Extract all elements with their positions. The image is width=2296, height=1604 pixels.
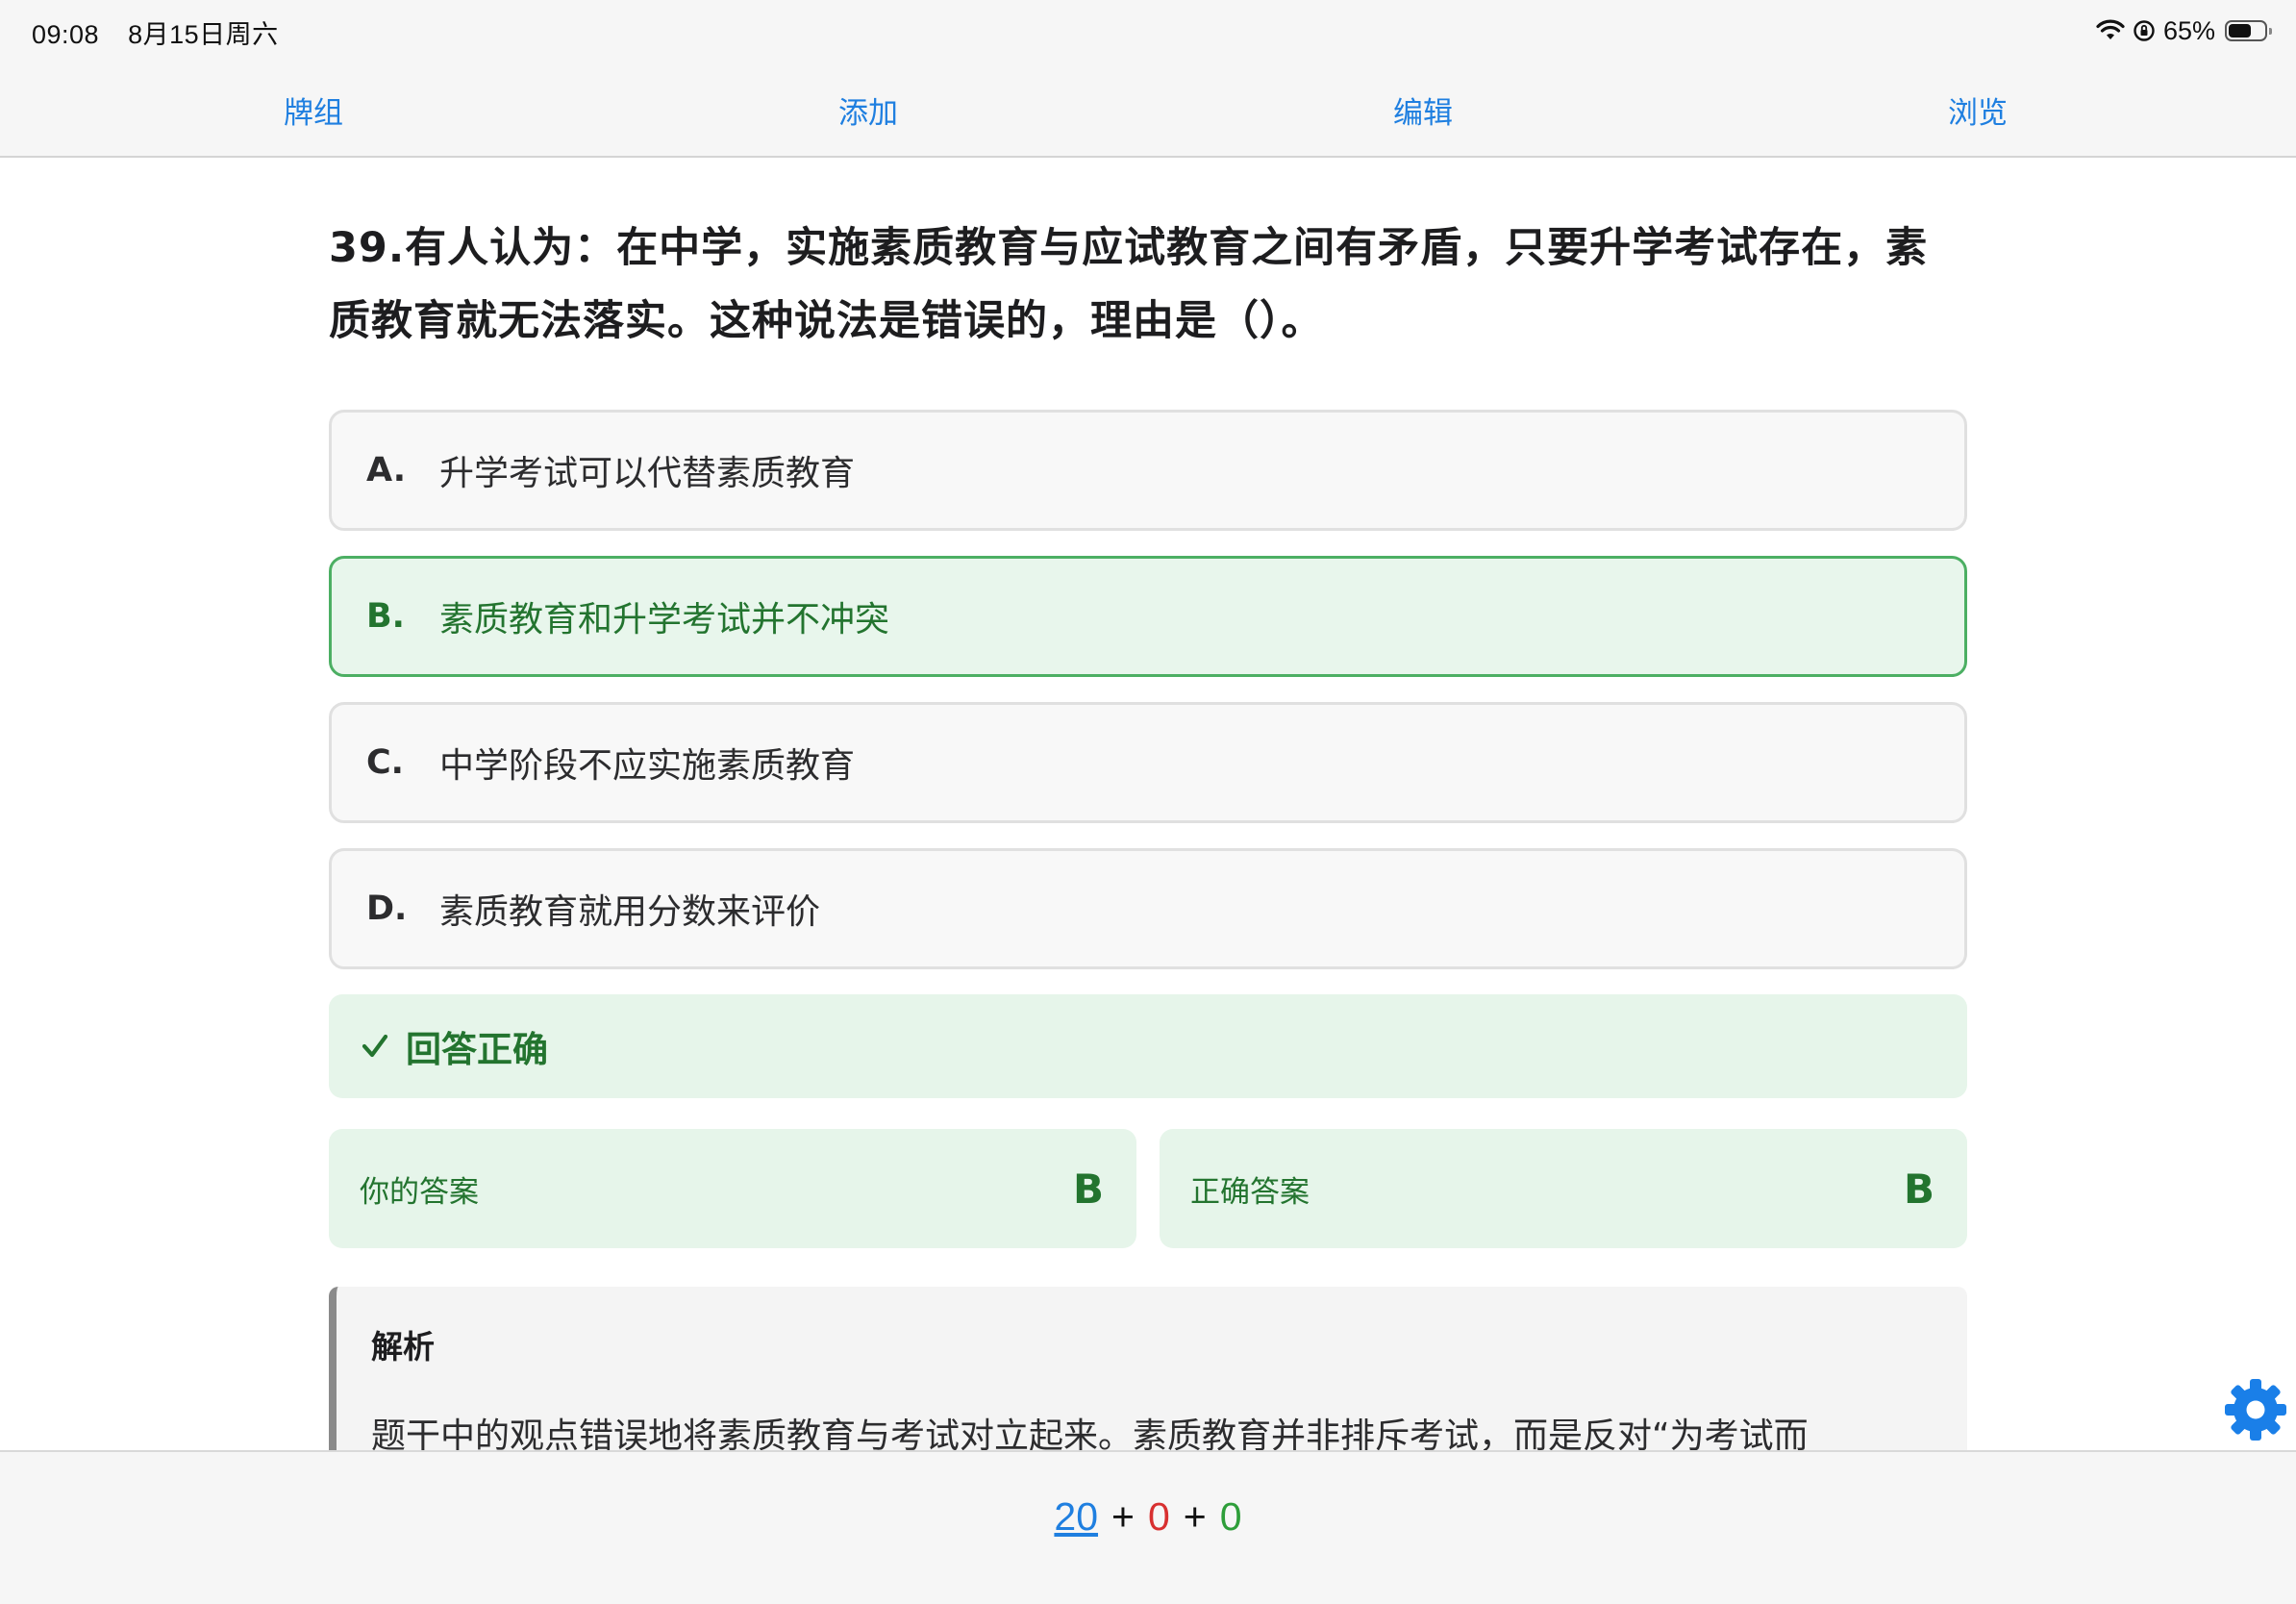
battery-level <box>2229 24 2252 38</box>
your-answer-label: 你的答案 <box>360 1174 479 1210</box>
status-left: 09:08 8月15日周六 <box>32 13 300 51</box>
status-time: 09:08 <box>32 20 100 49</box>
your-answer-card: 你的答案 B <box>329 1129 1136 1248</box>
question-text: 39.有人认为：在中学，实施素质教育与应试教育之间有矛盾，只要升学考试存在，素质… <box>329 224 1929 345</box>
result-text: 回答正确 <box>406 1029 548 1070</box>
your-answer-value: B <box>1072 1165 1104 1213</box>
answers-row: 你的答案 B 正确答案 B <box>329 1129 1967 1248</box>
correct-answer-card: 正确答案 B <box>1160 1129 1967 1248</box>
analysis-body: 题干中的观点错误地将素质教育与考试对立起来。素质教育并非排斥考试，而是反对“为考… <box>371 1416 1809 1450</box>
new-count-link[interactable]: 20 <box>1054 1494 1098 1539</box>
settings-gear-button[interactable] <box>2223 1377 2288 1442</box>
status-right: 65% <box>2088 12 2272 50</box>
correct-answer-value: B <box>1903 1165 1934 1213</box>
learn-count: 0 <box>1147 1494 1170 1539</box>
option-text: 中学阶段不应实施素质教育 <box>439 746 856 786</box>
wifi-icon <box>2096 19 2125 42</box>
options-list: A. 升学考试可以代替素质教育 B. 素质教育和升学考试并不冲突 C. 中学阶段… <box>329 410 1967 969</box>
nav-browse-button[interactable]: 浏览 <box>1882 88 2074 132</box>
status-bar: 09:08 8月15日周六 65% <box>0 0 2296 62</box>
option-letter: A. <box>366 451 407 489</box>
result-banner: 回答正确 <box>329 994 1967 1098</box>
option-letter: B. <box>366 597 405 636</box>
option-text: 升学考试可以代替素质教育 <box>439 454 856 493</box>
nav-decks-button[interactable]: 牌组 <box>217 88 410 132</box>
analysis-title: 解析 <box>371 1328 435 1366</box>
battery-icon <box>2225 20 2272 41</box>
check-icon <box>362 1034 388 1058</box>
gear-icon <box>2225 1379 2286 1441</box>
option-text: 素质教育和升学考试并不冲突 <box>439 600 890 639</box>
status-date: 8月15日周六 <box>128 20 279 49</box>
plus-sign: + <box>1183 1494 1207 1539</box>
option-a[interactable]: A. 升学考试可以代替素质教育 <box>329 410 1967 531</box>
card-content[interactable]: 39.有人认为：在中学，实施素质教育与应试教育之间有矛盾，只要升学考试存在，素质… <box>329 158 1967 1450</box>
option-letter: D. <box>366 890 408 928</box>
due-counts: 20 +0 +0 <box>0 1494 2296 1540</box>
option-letter: C. <box>366 743 404 782</box>
option-c[interactable]: C. 中学阶段不应实施素质教育 <box>329 702 1967 823</box>
analysis-section: 解析 题干中的观点错误地将素质教育与考试对立起来。素质教育并非排斥考试，而是反对… <box>329 1287 1967 1450</box>
option-b[interactable]: B. 素质教育和升学考试并不冲突 <box>329 556 1967 677</box>
battery-nub <box>2269 28 2272 35</box>
bottom-bar: 20 +0 +0 <box>0 1450 2296 1604</box>
orientation-lock-icon <box>2133 19 2156 42</box>
plus-sign: + <box>1111 1494 1135 1539</box>
correct-answer-label: 正确答案 <box>1190 1174 1310 1210</box>
top-nav: 牌组 添加 编辑 浏览 <box>0 62 2296 158</box>
battery-percent: 65% <box>2162 15 2215 45</box>
option-text: 素质教育就用分数来评价 <box>439 892 821 932</box>
nav-edit-button[interactable]: 编辑 <box>1327 88 1519 132</box>
nav-add-button[interactable]: 添加 <box>772 88 964 132</box>
review-count: 0 <box>1219 1494 1242 1539</box>
option-d[interactable]: D. 素质教育就用分数来评价 <box>329 848 1967 969</box>
